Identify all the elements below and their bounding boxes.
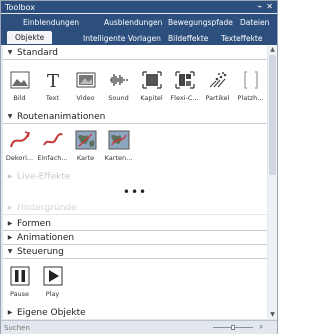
item-label: Platzh... <box>237 94 264 102</box>
route-decorative-icon <box>9 129 31 151</box>
objects-pane: ▼ Standard Bild T Text Video Sound Kapit… <box>3 45 267 319</box>
standard-items: Bild T Text Video Sound Kapitel Flexi-C.… <box>3 69 267 102</box>
tab-objekte[interactable]: Objekte <box>7 31 53 44</box>
item-pause[interactable]: Pause <box>3 265 36 298</box>
tab-row-1: Einblendungen Ausblendungen Bewegungspfa… <box>1 14 277 30</box>
item-sound[interactable]: Sound <box>102 69 135 102</box>
tab-texteffekte[interactable]: Texteffekte <box>221 34 262 43</box>
item-video[interactable]: Video <box>69 69 102 102</box>
section-label: Steuerung <box>17 246 64 257</box>
item-label: Sound <box>108 94 129 102</box>
section-formen[interactable]: ▶ Formen <box>3 217 267 231</box>
tab-einblendungen[interactable]: Einblendungen <box>23 18 79 27</box>
svg-text:T: T <box>46 71 58 90</box>
section-label: Formen <box>17 218 51 229</box>
section-label: Routenanimationen <box>17 111 106 122</box>
pin-icon[interactable]: ⌁ <box>257 2 262 12</box>
item-karten[interactable]: Karten... <box>102 129 135 162</box>
route-simple-icon <box>42 129 64 151</box>
section-steuerung[interactable]: ▼ Steuerung <box>3 245 267 259</box>
item-label: Text <box>45 94 60 102</box>
item-karte[interactable]: Karte <box>69 129 102 162</box>
image-icon <box>9 69 31 91</box>
item-kapitel[interactable]: Kapitel <box>135 69 168 102</box>
section-label: Standard <box>17 47 58 58</box>
slider-knob[interactable] <box>231 325 235 330</box>
zoom-slider[interactable] <box>213 325 253 330</box>
section-routenanimationen[interactable]: ▼ Routenanimationen <box>3 110 267 124</box>
video-icon <box>75 69 97 91</box>
item-label: Karte <box>76 154 95 162</box>
search-bar: ⌕ <box>1 320 277 334</box>
item-label: Einfach... <box>37 154 68 162</box>
section-animationen[interactable]: ▶ Animationen <box>3 231 267 245</box>
control-items: Pause Play <box>3 265 267 298</box>
play-icon <box>42 265 64 287</box>
more-dots: ••• <box>122 185 148 199</box>
expand-icon: ▶ <box>7 234 13 241</box>
expand-icon: ▶ <box>7 220 13 227</box>
section-eigene-objekte[interactable]: ▶ Eigene Objekte <box>3 306 267 319</box>
section-standard[interactable]: ▼ Standard <box>3 46 267 60</box>
pause-icon <box>9 265 31 287</box>
toolbox-window: Toolbox ⌁ ✕ Einblendungen Ausblendungen … <box>0 0 278 334</box>
text-icon: T <box>42 69 64 91</box>
scroll-down-icon[interactable]: ▼ <box>268 310 277 319</box>
title-bar: Toolbox ⌁ ✕ <box>1 1 277 13</box>
item-label: Flexi-C... <box>170 94 199 102</box>
item-label: Play <box>45 290 60 298</box>
vertical-scrollbar[interactable]: ▲ ▼ <box>268 45 277 319</box>
item-label: Video <box>76 94 95 102</box>
collapse-icon: ▼ <box>7 113 13 120</box>
item-platzhalter[interactable]: Platzh... <box>234 69 267 102</box>
search-icon[interactable]: ⌕ <box>259 322 263 332</box>
close-icon[interactable]: ✕ <box>266 2 273 12</box>
item-text[interactable]: T Text <box>36 69 69 102</box>
window-title: Toolbox <box>5 2 35 12</box>
item-label: Kapitel <box>140 94 163 102</box>
sound-icon <box>108 69 130 91</box>
placeholder-icon <box>240 69 262 91</box>
item-bild[interactable]: Bild <box>3 69 36 102</box>
item-dekorativ[interactable]: Dekori... <box>3 129 36 162</box>
search-input[interactable] <box>1 322 206 333</box>
tab-dateien[interactable]: Dateien <box>240 18 269 27</box>
section-label: Eigene Objekte <box>17 307 86 318</box>
tab-bildeffekte[interactable]: Bildeffekte <box>168 34 208 43</box>
item-flexi-collage[interactable]: Flexi-C... <box>168 69 201 102</box>
map-icon <box>75 129 97 151</box>
item-label: Dekori... <box>5 154 34 162</box>
expand-icon: ▶ <box>7 309 13 316</box>
collapse-icon: ▼ <box>7 248 13 255</box>
item-label: Karten... <box>104 154 133 162</box>
tab-ausblendungen[interactable]: Ausblendungen <box>104 18 162 27</box>
particle-icon <box>207 69 229 91</box>
item-label: Partikel <box>205 94 230 102</box>
route-items: Dekori... Einfach... Karte Karten... <box>3 129 267 162</box>
item-label: Pause <box>9 290 30 298</box>
item-einfach[interactable]: Einfach... <box>36 129 69 162</box>
item-play[interactable]: Play <box>36 265 69 298</box>
item-partikel[interactable]: Partikel <box>201 69 234 102</box>
tab-intelligente-vorlagen[interactable]: Intelligente Vorlagen <box>83 34 161 43</box>
scroll-thumb[interactable] <box>269 55 276 175</box>
scroll-up-icon[interactable]: ▲ <box>268 45 277 54</box>
section-label: Animationen <box>17 232 75 243</box>
chapter-icon <box>141 69 163 91</box>
map-route-icon <box>108 129 130 151</box>
collapse-icon: ▼ <box>7 49 13 56</box>
flexi-collage-icon <box>174 69 196 91</box>
tab-bewegungspfade[interactable]: Bewegungspfade <box>168 18 233 27</box>
item-label: Bild <box>13 94 26 102</box>
tab-row-2: Objekte Intelligente Vorlagen Bildeffekt… <box>1 30 277 45</box>
